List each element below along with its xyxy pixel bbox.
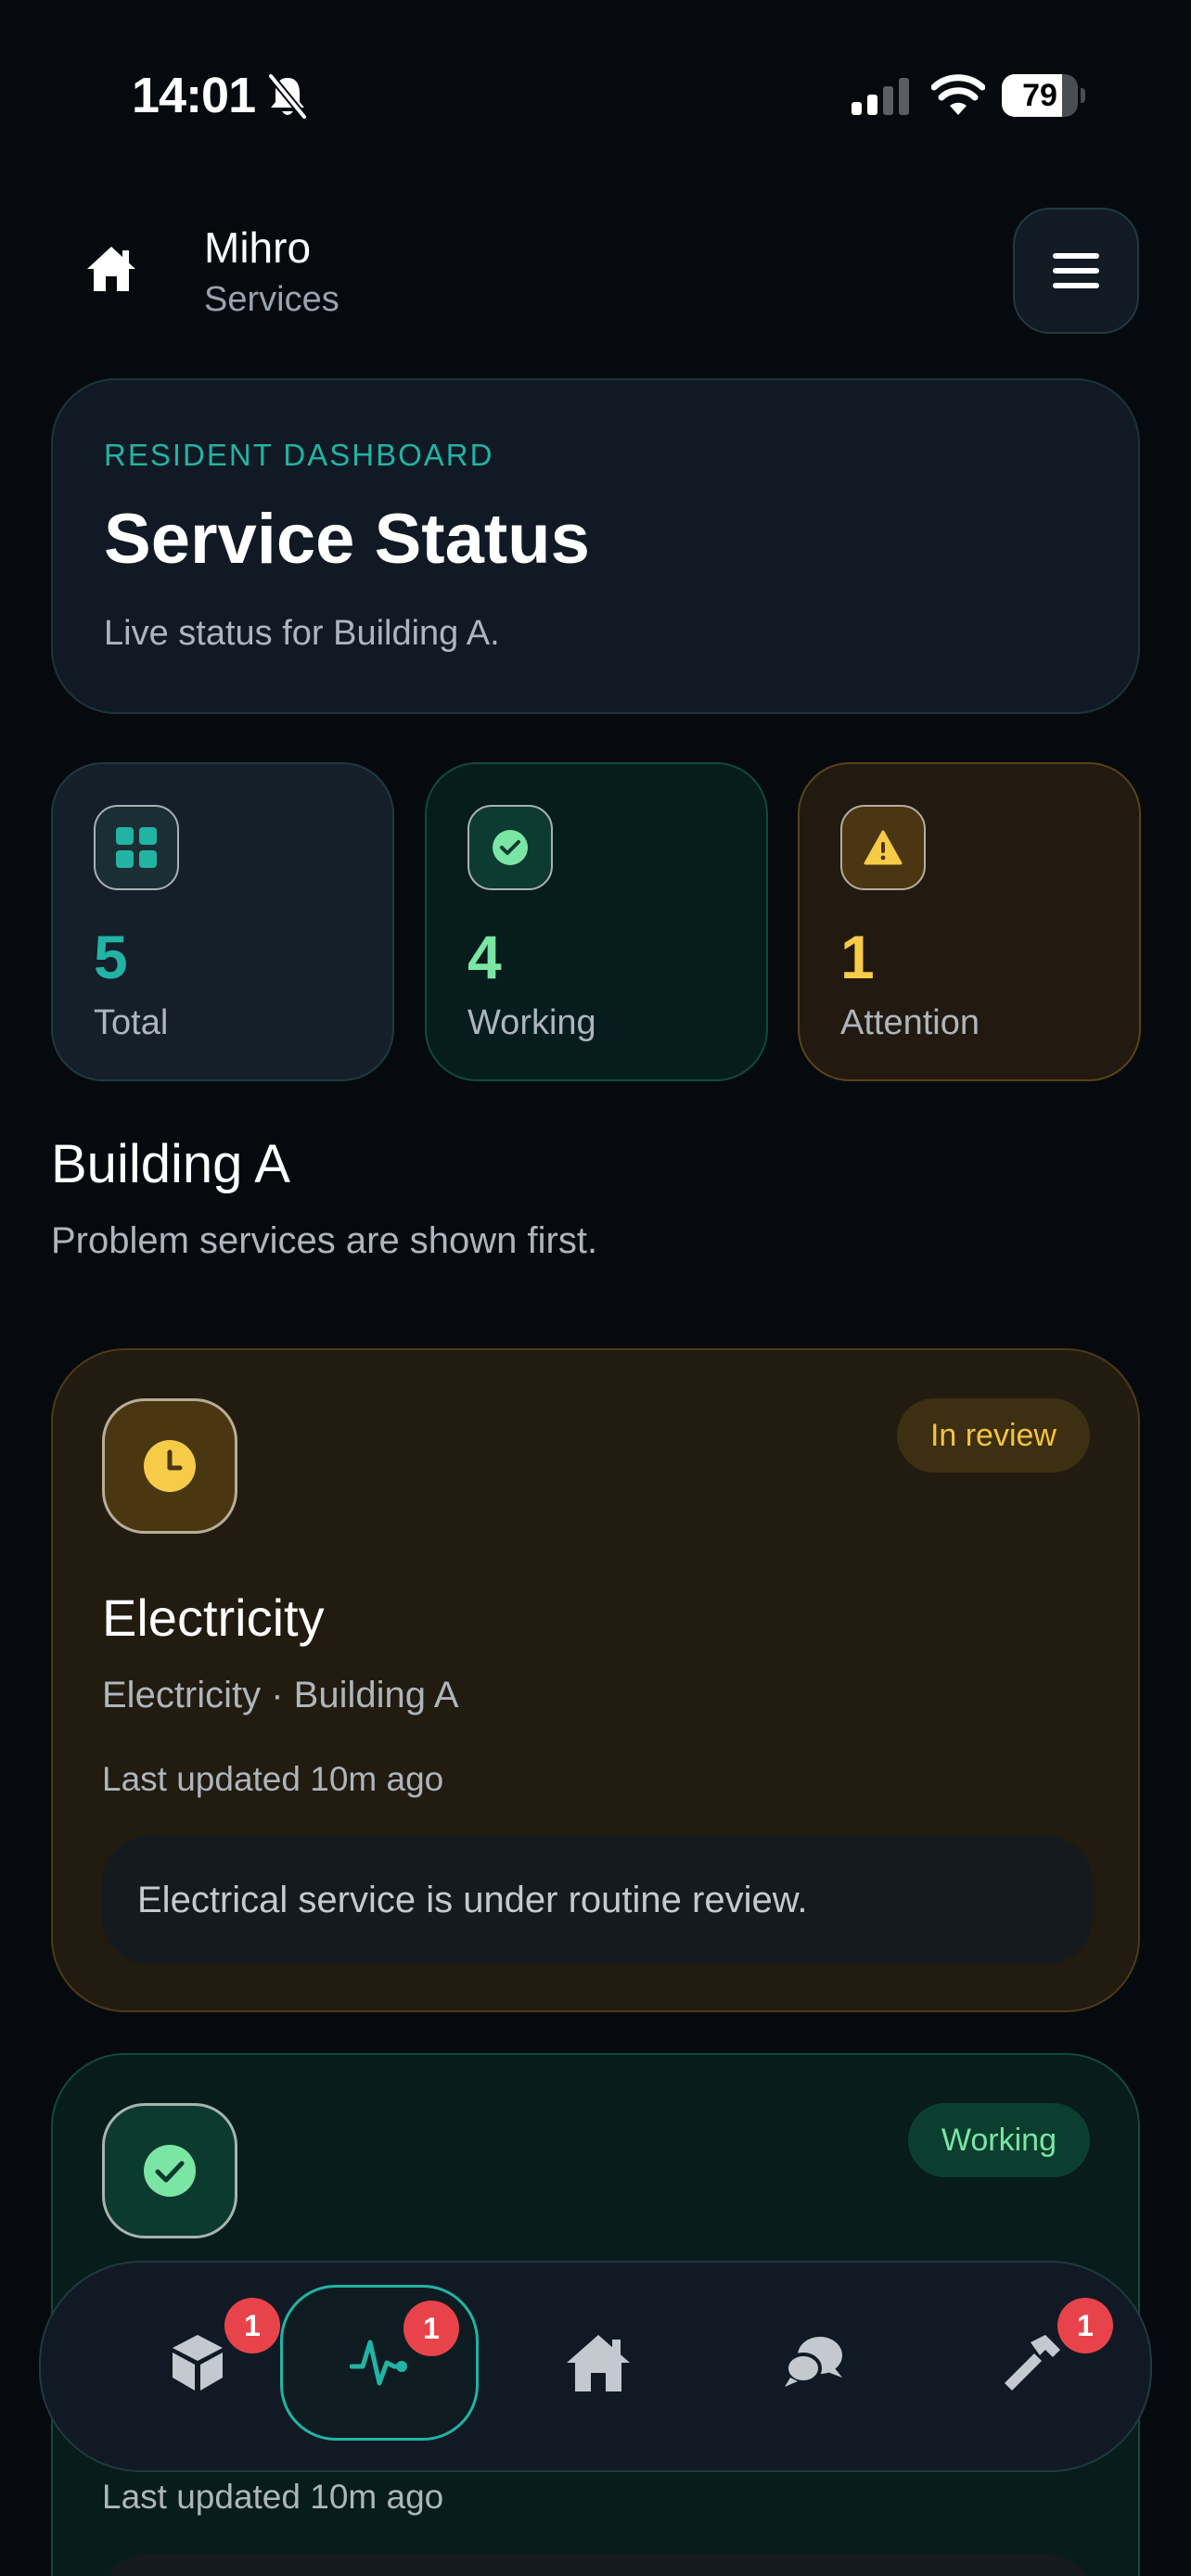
clock-icon bbox=[144, 1440, 196, 1492]
nav-badge: 1 bbox=[224, 2298, 280, 2353]
service-title: Electricity bbox=[102, 1588, 325, 1647]
home-icon[interactable] bbox=[85, 243, 137, 295]
bell-muted-icon bbox=[267, 73, 308, 120]
stat-card-working[interactable]: 4 Working bbox=[425, 762, 768, 1081]
hero-description: Live status for Building A. bbox=[104, 614, 500, 653]
stat-icon-wrap bbox=[467, 805, 553, 890]
check-circle-icon bbox=[493, 830, 528, 865]
battery-percent: 79 bbox=[1022, 78, 1057, 113]
stat-icon-wrap bbox=[94, 805, 179, 890]
stat-working-label: Working bbox=[467, 1003, 596, 1042]
nav-item-status[interactable]: 1 bbox=[280, 2285, 479, 2441]
app-subtitle: Services bbox=[204, 280, 339, 319]
bottom-nav: 1 1 1 bbox=[39, 2261, 1152, 2472]
section-title: Building A bbox=[51, 1134, 290, 1194]
service-updated: Last updated 10m ago bbox=[102, 1760, 444, 1798]
grid-icon bbox=[116, 827, 157, 868]
nav-badge: 1 bbox=[403, 2301, 459, 2356]
cellular-signal-icon bbox=[852, 78, 909, 115]
nav-badge: 1 bbox=[1057, 2298, 1113, 2353]
chat-icon bbox=[785, 2337, 842, 2387]
stat-attention-label: Attention bbox=[840, 1003, 980, 1042]
stat-card-total[interactable]: 5 Total bbox=[51, 762, 394, 1081]
section-subtitle: Problem services are shown first. bbox=[51, 1220, 598, 1261]
service-note: Electrical service is under routine revi… bbox=[102, 1836, 1093, 1964]
nav-item-home[interactable] bbox=[499, 2285, 698, 2441]
stat-icon-wrap bbox=[840, 805, 926, 890]
service-icon-wrap bbox=[102, 2103, 237, 2238]
stat-total-value: 5 bbox=[94, 923, 128, 991]
hero-eyebrow: RESIDENT DASHBOARD bbox=[104, 438, 494, 472]
cube-icon bbox=[173, 2335, 223, 2391]
status-badge: In review bbox=[896, 1398, 1090, 1473]
status-badge: Working bbox=[907, 2103, 1090, 2177]
hero-card: RESIDENT DASHBOARD Service Status Live s… bbox=[51, 378, 1140, 714]
stat-card-attention[interactable]: 1 Attention bbox=[798, 762, 1141, 1081]
status-time: 14:01 bbox=[132, 68, 256, 123]
check-circle-icon bbox=[144, 2145, 196, 2197]
wifi-icon bbox=[931, 74, 985, 115]
app-title: Mihro bbox=[204, 223, 312, 272]
service-note bbox=[102, 2554, 1093, 2576]
nav-item-messages[interactable] bbox=[714, 2285, 913, 2441]
service-icon-wrap bbox=[102, 1398, 237, 1534]
service-card-electricity[interactable]: In review Electricity Electricity · Buil… bbox=[51, 1348, 1140, 2012]
nav-item-maintenance[interactable]: 1 bbox=[933, 2285, 1132, 2441]
stat-attention-value: 1 bbox=[840, 923, 875, 991]
stat-total-label: Total bbox=[94, 1003, 169, 1042]
service-updated: Last updated 10m ago bbox=[102, 2478, 444, 2516]
battery-indicator: 79 bbox=[1002, 74, 1085, 117]
activity-icon bbox=[350, 2340, 407, 2386]
nav-item-packages[interactable]: 1 bbox=[98, 2285, 297, 2441]
menu-button[interactable] bbox=[1013, 208, 1139, 334]
warning-icon bbox=[864, 830, 903, 865]
service-meta: Electricity · Building A bbox=[102, 1675, 459, 1715]
hamburger-icon bbox=[1053, 253, 1099, 288]
hammer-icon bbox=[1005, 2335, 1060, 2391]
home-icon bbox=[567, 2335, 630, 2391]
stat-working-value: 4 bbox=[467, 923, 502, 991]
page-title: Service Status bbox=[104, 500, 590, 579]
